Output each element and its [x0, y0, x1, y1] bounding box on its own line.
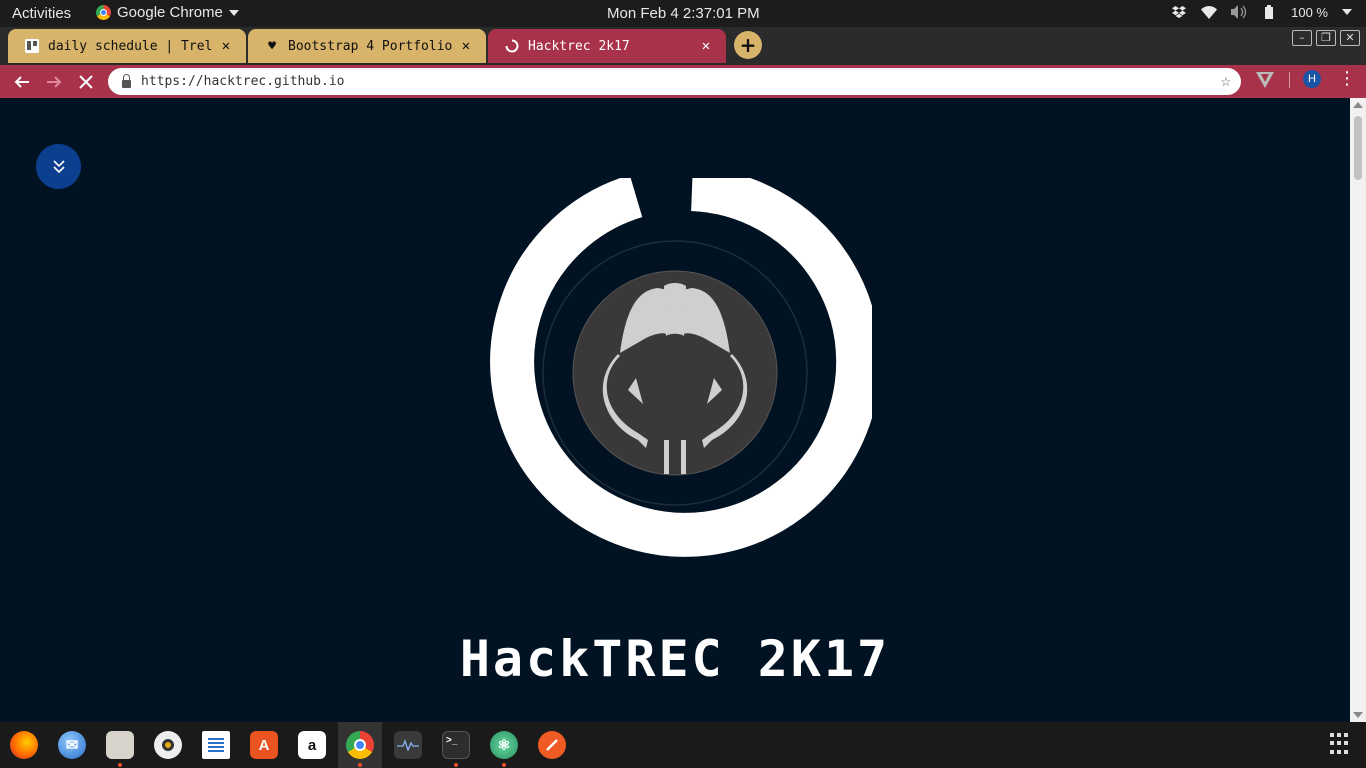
url-text: https://hacktrec.github.io	[141, 74, 345, 89]
double-chevron-down-icon	[52, 159, 65, 173]
dock-system-monitor[interactable]	[386, 722, 430, 768]
forward-button[interactable]	[41, 69, 67, 95]
dock-software[interactable]: A	[242, 722, 286, 768]
page-title: HackTREC 2K17	[459, 630, 891, 688]
system-monitor-icon	[394, 731, 422, 759]
chevron-down-icon	[228, 9, 239, 16]
dropbox-icon[interactable]	[1171, 4, 1187, 20]
tab-bootstrap-portfolio[interactable]: ♥ Bootstrap 4 Portfolio/ ✕	[248, 29, 486, 63]
dock-thunderbird[interactable]: ✉	[50, 722, 94, 768]
app-menu-label: Google Chrome	[117, 4, 223, 21]
atom-icon: ⚛	[490, 731, 518, 759]
stop-button[interactable]	[73, 69, 99, 95]
close-icon[interactable]: ✕	[458, 38, 474, 54]
hacktrec-logo	[490, 178, 872, 557]
tab-title: Bootstrap 4 Portfolio/	[288, 38, 452, 54]
dock-writer[interactable]	[194, 722, 238, 768]
chrome-icon	[346, 731, 374, 759]
tab-title: daily schedule | Trell	[48, 38, 212, 54]
tab-daily-schedule[interactable]: daily schedule | Trell ✕	[8, 29, 246, 63]
gnome-top-bar: Activities Google Chrome Mon Feb 4 2:37:…	[0, 0, 1366, 27]
battery-percent: 100 %	[1291, 4, 1328, 20]
chrome-icon	[96, 5, 111, 20]
scroll-down-arrow-icon[interactable]	[1353, 712, 1363, 718]
loading-icon	[504, 38, 520, 54]
volume-icon	[1231, 4, 1247, 20]
battery-icon	[1261, 4, 1277, 20]
scroll-down-button[interactable]	[36, 144, 81, 189]
rhythmbox-icon	[154, 731, 182, 759]
close-window-button[interactable]: ✕	[1340, 30, 1360, 46]
firefox-icon	[10, 731, 38, 759]
app-menu[interactable]: Google Chrome	[96, 4, 239, 21]
tab-hacktrec[interactable]: Hacktrec 2k17 ✕	[488, 29, 726, 63]
menu-kebab-icon[interactable]: ⋮	[1338, 68, 1356, 89]
dock-amazon[interactable]: a	[290, 722, 334, 768]
browser-toolbar: https://hacktrec.github.io ☆	[0, 65, 1366, 98]
page-scrollbar[interactable]	[1350, 98, 1366, 722]
show-applications-grid-icon[interactable]	[1330, 733, 1352, 755]
files-icon	[106, 731, 134, 759]
system-tray[interactable]: 100 %	[1171, 4, 1352, 20]
activities-button[interactable]: Activities	[12, 5, 71, 22]
back-button[interactable]	[9, 69, 35, 95]
postman-icon	[538, 731, 566, 759]
window-controls: – ❐ ✕	[1292, 30, 1360, 46]
chevron-down-icon	[1342, 9, 1352, 15]
writer-icon	[202, 731, 230, 759]
close-icon[interactable]: ✕	[698, 38, 714, 54]
dock-files[interactable]	[98, 722, 142, 768]
scroll-up-arrow-icon[interactable]	[1353, 102, 1363, 108]
trello-icon	[24, 38, 40, 54]
new-tab-button[interactable]: +	[734, 31, 762, 59]
dock-rhythmbox[interactable]	[146, 722, 190, 768]
minimize-button[interactable]: –	[1292, 30, 1312, 46]
dock-terminal[interactable]: >_	[434, 722, 478, 768]
dock-atom[interactable]: ⚛	[482, 722, 526, 768]
address-bar[interactable]: https://hacktrec.github.io ☆	[108, 68, 1241, 95]
tab-title: Hacktrec 2k17	[528, 38, 630, 54]
heart-icon: ♥	[268, 38, 276, 54]
clock[interactable]: Mon Feb 4 2:37:01 PM	[607, 5, 760, 22]
extension-v-icon[interactable]	[1256, 72, 1274, 88]
dock-postman[interactable]	[530, 722, 574, 768]
terminal-icon: >_	[442, 731, 470, 759]
lock-icon	[122, 73, 131, 88]
software-icon: A	[250, 731, 278, 759]
dock-firefox[interactable]	[2, 722, 46, 768]
thunderbird-icon: ✉	[58, 731, 86, 759]
amazon-icon: a	[298, 731, 326, 759]
close-icon[interactable]: ✕	[218, 38, 234, 54]
wifi-icon	[1201, 4, 1218, 20]
toolbar-separator	[1289, 72, 1290, 88]
scrollbar-thumb[interactable]	[1354, 116, 1362, 180]
dock: ✉ A a >_ ⚛	[0, 722, 1366, 768]
profile-avatar[interactable]: H	[1303, 70, 1321, 88]
dock-chrome[interactable]	[338, 722, 382, 768]
restore-button[interactable]: ❐	[1316, 30, 1336, 46]
bookmark-star-icon[interactable]: ☆	[1221, 71, 1231, 91]
web-page: HackTREC 2K17	[0, 98, 1350, 722]
tab-strip: daily schedule | Trell ✕ ♥ Bootstrap 4 P…	[0, 27, 1366, 65]
